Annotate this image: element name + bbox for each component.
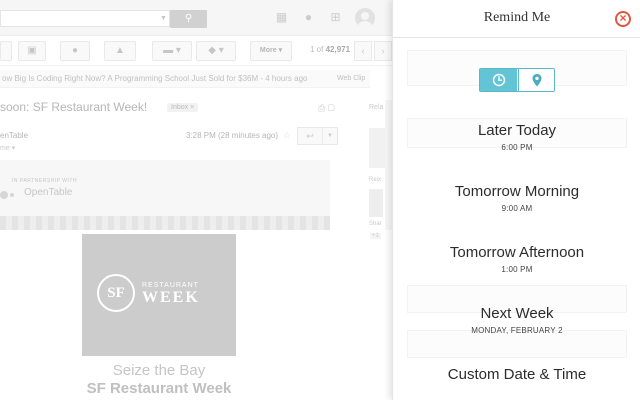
reminder-type-toggle [479, 68, 555, 92]
option-time: 9:00 AM [501, 204, 533, 213]
panel-header: Remind Me × [393, 0, 640, 38]
location-pin-icon [532, 74, 542, 87]
clock-icon [492, 73, 505, 87]
option-label: Tomorrow Afternoon [449, 244, 585, 261]
option-time: 1:00 PM [501, 265, 533, 274]
time-reminder-tab[interactable] [480, 69, 517, 91]
location-reminder-tab[interactable] [518, 69, 554, 91]
option-label: Next Week [480, 305, 554, 322]
option-date: MONDAY, FEBRUARY 2 [471, 326, 563, 335]
close-icon: × [619, 11, 627, 25]
dim-overlay[interactable] [0, 0, 392, 400]
option-tomorrow-morning[interactable]: Tomorrow Morning 9:00 AM [393, 183, 640, 213]
panel-title: Remind Me [483, 10, 551, 25]
option-next-week[interactable]: Next Week MONDAY, FEBRUARY 2 [393, 305, 640, 335]
option-later-today[interactable]: Later Today 6:00 PM [393, 122, 640, 152]
option-custom-date-time[interactable]: Custom Date & Time [393, 366, 640, 383]
close-button[interactable]: × [615, 11, 631, 27]
option-tomorrow-afternoon[interactable]: Tomorrow Afternoon 1:00 PM [393, 244, 640, 274]
option-label: Custom Date & Time [447, 366, 587, 383]
gmail-background: ▼ ⚲ ▦ ● ⊞ ▣ ● ▲ ▬ ▾ ◆ ▾ More ▾ 1 of 42,9… [0, 0, 392, 400]
option-label: Tomorrow Morning [454, 183, 580, 200]
remind-me-panel: Remind Me × Later Today 6:00 PM Tomorrow… [392, 0, 640, 400]
option-label: Later Today [477, 122, 557, 139]
option-time: 6:00 PM [501, 143, 533, 152]
